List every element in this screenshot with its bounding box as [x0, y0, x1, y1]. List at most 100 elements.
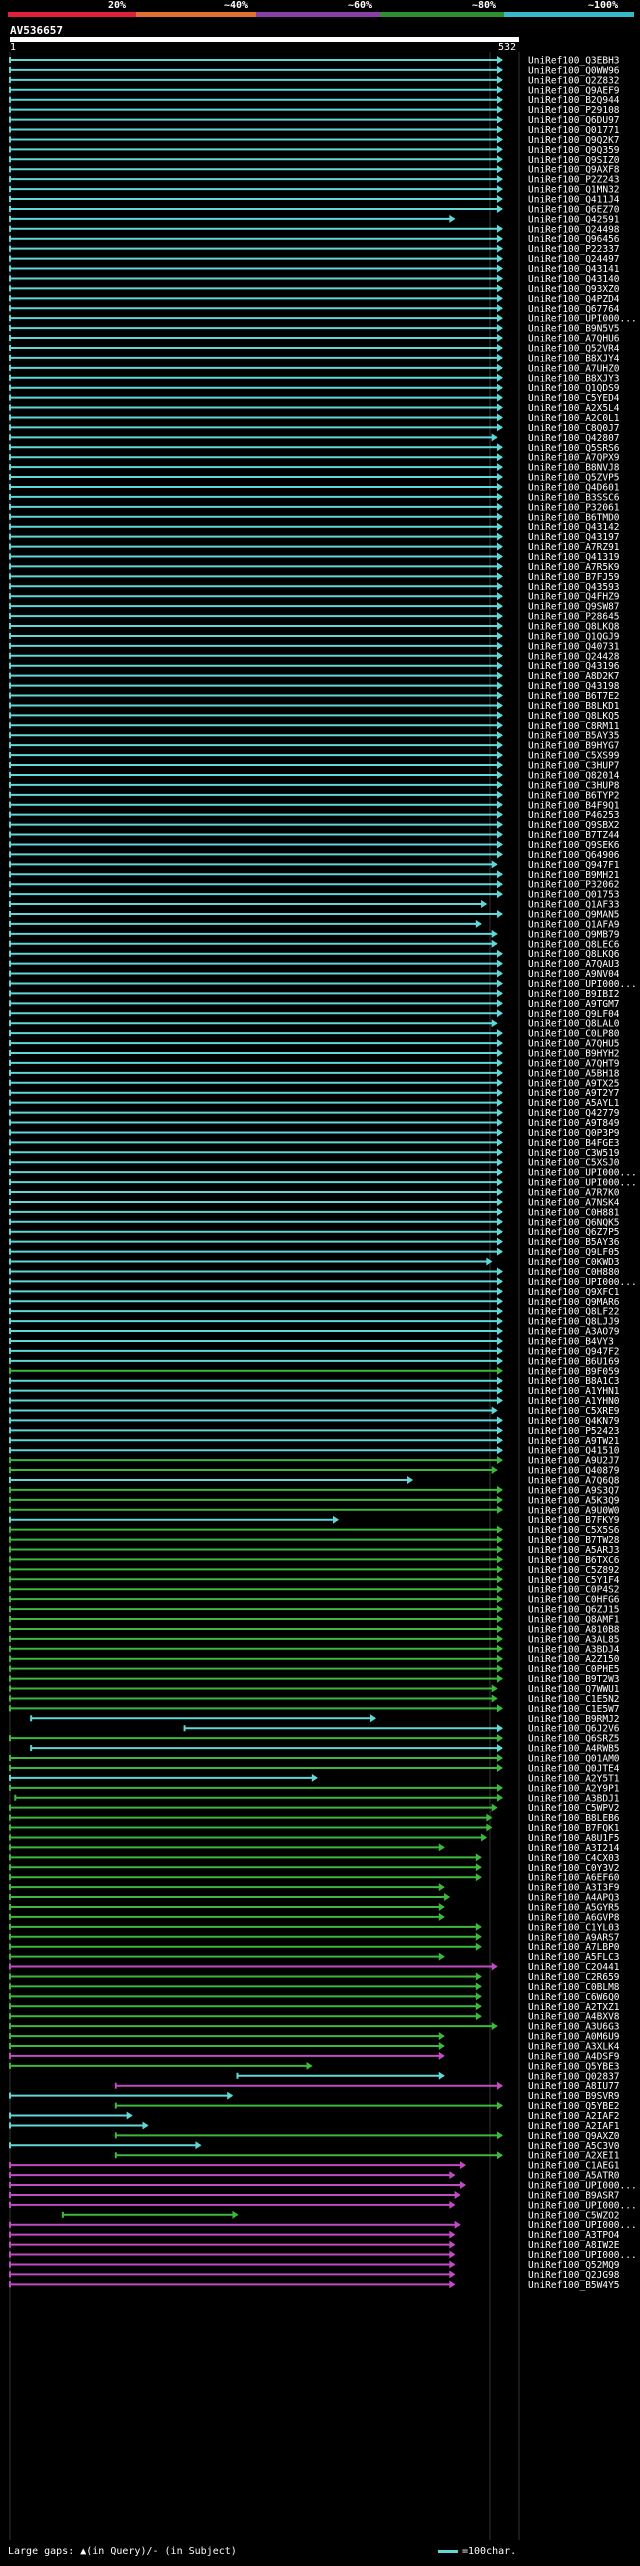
hit-end-arrow — [496, 651, 503, 660]
hit-end-arrow — [496, 741, 503, 750]
hit-end-arrow — [496, 1436, 503, 1445]
hit-end-arrow — [370, 1714, 377, 1723]
hit-end-arrow — [496, 840, 503, 849]
hit-end-arrow — [475, 1922, 482, 1931]
hit-end-arrow — [496, 711, 503, 720]
hit-end-arrow — [496, 582, 503, 591]
hit-end-arrow — [496, 800, 503, 809]
hit-end-arrow — [496, 661, 503, 670]
hit-end-arrow — [481, 900, 488, 909]
hit-end-arrow — [449, 214, 456, 223]
hit-end-arrow — [496, 314, 503, 323]
hit-end-arrow — [475, 2002, 482, 2011]
hit-end-arrow — [491, 433, 498, 442]
hit-end-arrow — [496, 145, 503, 154]
hit-end-arrow — [449, 2270, 456, 2279]
hit-end-arrow — [496, 1376, 503, 1385]
hit-end-arrow — [496, 622, 503, 631]
hit-end-arrow — [496, 204, 503, 213]
hit-end-arrow — [496, 602, 503, 611]
hit-end-arrow — [496, 75, 503, 84]
hit-end-arrow — [496, 274, 503, 283]
hit-end-arrow — [496, 830, 503, 839]
hit-end-arrow — [496, 1575, 503, 1584]
hit-end-arrow — [496, 790, 503, 799]
hit-end-arrow — [454, 2190, 461, 2199]
hit-end-arrow — [449, 2260, 456, 2269]
hit-end-arrow — [496, 1545, 503, 1554]
hit-end-arrow — [496, 751, 503, 760]
hit-end-arrow — [496, 165, 503, 174]
hit-end-arrow — [496, 631, 503, 640]
hit-end-arrow — [496, 443, 503, 452]
hit-end-arrow — [496, 671, 503, 680]
hit-end-arrow — [491, 939, 498, 948]
hit-end-arrow — [496, 532, 503, 541]
hit-end-arrow — [475, 1992, 482, 2001]
hit-end-arrow — [491, 929, 498, 938]
hit-end-arrow — [496, 1197, 503, 1206]
hit-end-arrow — [496, 1029, 503, 1038]
hit-end-arrow — [496, 1426, 503, 1435]
hit-end-arrow — [496, 463, 503, 472]
hit-end-arrow — [496, 820, 503, 829]
hit-row[interactable]: UniRef100_B5W4Y5 — [9, 2280, 620, 2291]
hit-end-arrow — [496, 1763, 503, 1772]
hit-end-arrow — [496, 353, 503, 362]
hit-end-arrow — [496, 234, 503, 243]
hit-end-arrow — [475, 2012, 482, 2021]
hit-end-arrow — [475, 1863, 482, 1872]
hit-end-arrow — [496, 423, 503, 432]
hit-end-arrow — [496, 224, 503, 233]
hit-end-arrow — [475, 1972, 482, 1981]
hit-end-arrow — [332, 1515, 339, 1524]
hit-end-arrow — [496, 185, 503, 194]
gaps-legend: Large gaps: ▲(in Query)/- (in Subject) — [8, 2546, 237, 2557]
hit-end-arrow — [142, 2121, 149, 2130]
hit-end-arrow — [438, 2042, 445, 2050]
hit-end-arrow — [311, 1773, 318, 1782]
hit-end-arrow — [496, 721, 503, 730]
hit-end-arrow — [496, 999, 503, 1008]
hit-row[interactable]: UniRef100_B4VY3 — [9, 1336, 614, 1347]
hit-end-arrow — [444, 1893, 451, 1902]
hit-end-arrow — [475, 1853, 482, 1862]
hit-end-arrow — [496, 1416, 503, 1425]
hit-end-arrow — [232, 2210, 239, 2219]
hit-end-arrow — [496, 1624, 503, 1633]
hit-end-arrow — [496, 383, 503, 392]
hit-end-arrow — [496, 56, 503, 64]
hit-end-arrow — [496, 1148, 503, 1157]
hit-end-arrow — [496, 334, 503, 343]
hit-end-arrow — [496, 2131, 503, 2140]
hit-end-arrow — [496, 522, 503, 531]
hit-end-arrow — [496, 1386, 503, 1395]
hit-end-arrow — [496, 1485, 503, 1494]
hit-end-arrow — [486, 1257, 493, 1266]
hit-end-arrow — [496, 85, 503, 94]
hit-end-arrow — [496, 1039, 503, 1048]
hit-end-arrow — [438, 1912, 445, 1921]
hit-end-arrow — [496, 363, 503, 372]
hit-end-arrow — [496, 880, 503, 889]
hit-end-arrow — [496, 1704, 503, 1713]
hit-end-arrow — [491, 2022, 498, 2031]
hit-end-arrow — [491, 1803, 498, 1812]
hit-end-arrow — [496, 1227, 503, 1236]
hit-end-arrow — [496, 1495, 503, 1504]
hit-end-arrow — [496, 95, 503, 104]
hit-end-arrow — [496, 1664, 503, 1673]
hit-end-arrow — [496, 1207, 503, 1216]
hit-end-arrow — [496, 1088, 503, 1097]
hit-end-arrow — [438, 1902, 445, 1911]
hit-end-arrow — [496, 1267, 503, 1276]
hit-end-arrow — [438, 1883, 445, 1892]
hit-end-arrow — [496, 1595, 503, 1604]
hit-end-arrow — [496, 1754, 503, 1763]
hit-end-arrow — [449, 2171, 456, 2180]
hit-end-arrow — [491, 1962, 498, 1971]
hit-end-arrow — [496, 1565, 503, 1574]
hit-end-arrow — [496, 2151, 503, 2160]
hit-end-arrow — [491, 1466, 498, 1475]
scale-legend: =100char. — [438, 2546, 516, 2557]
